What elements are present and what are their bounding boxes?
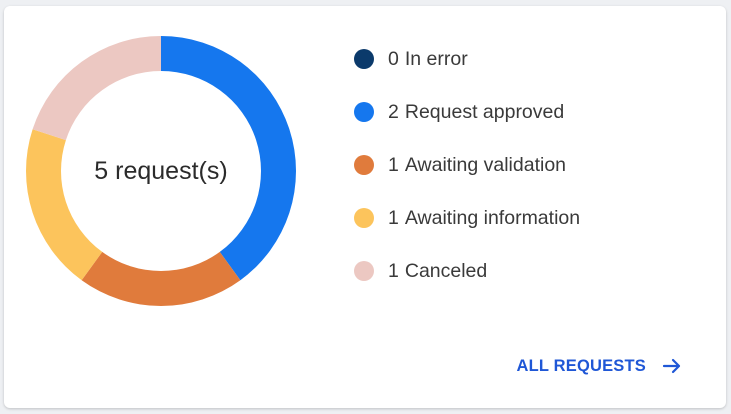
legend-item-canceled: 1 Canceled	[354, 258, 580, 284]
legend-dot-request-approved	[354, 102, 374, 122]
requests-summary-card: 5 request(s) 0 In error 2 Request approv…	[4, 6, 726, 408]
status-legend: 0 In error 2 Request approved 1 Awaiting…	[354, 46, 580, 311]
legend-dot-awaiting-validation	[354, 155, 374, 175]
legend-label: Request approved	[404, 100, 565, 123]
legend-count: 1	[388, 206, 399, 229]
legend-count: 0	[388, 47, 399, 70]
legend-count: 1	[388, 259, 399, 282]
arrow-right-icon	[662, 358, 681, 374]
donut-center-label: 5 request(s)	[94, 156, 228, 185]
legend-dot-canceled	[354, 261, 374, 281]
all-requests-label: ALL REQUESTS	[516, 356, 646, 375]
requests-donut-chart: 5 request(s)	[26, 36, 296, 306]
legend-label: Awaiting validation	[404, 153, 567, 176]
legend-label: In error	[404, 47, 468, 70]
legend-dot-in-error	[354, 49, 374, 69]
legend-item-request-approved: 2 Request approved	[354, 99, 580, 125]
legend-count: 1	[388, 153, 399, 176]
legend-label: Awaiting information	[404, 206, 581, 229]
legend-dot-awaiting-information	[354, 208, 374, 228]
legend-item-awaiting-validation: 1 Awaiting validation	[354, 152, 580, 178]
legend-label: Canceled	[404, 259, 488, 282]
legend-item-in-error: 0 In error	[354, 46, 580, 72]
all-requests-link[interactable]: ALL REQUESTS	[516, 354, 684, 378]
legend-item-awaiting-information: 1 Awaiting information	[354, 205, 580, 231]
legend-count: 2	[388, 100, 399, 123]
